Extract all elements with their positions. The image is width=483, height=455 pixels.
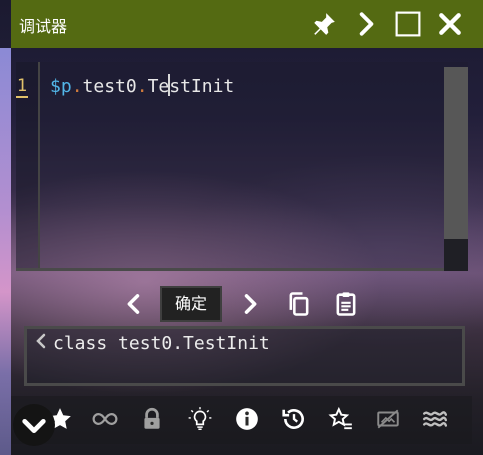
code-line[interactable]: $p.test0.TestInit	[50, 74, 234, 97]
close-button[interactable]	[437, 11, 463, 37]
confirm-button[interactable]: 确定	[160, 286, 222, 322]
window-title: 调试器	[19, 17, 68, 36]
copy-button[interactable]	[285, 290, 313, 318]
hide-images-button[interactable]	[375, 406, 401, 432]
bottom-toolbar	[11, 396, 472, 444]
hint-button[interactable]	[187, 406, 213, 432]
star-list-icon	[328, 406, 352, 430]
next-button[interactable]	[236, 290, 264, 318]
maximize-button[interactable]	[395, 11, 421, 37]
line-gutter: 1	[16, 62, 40, 268]
code-dot: .	[71, 76, 83, 97]
lightbulb-icon	[188, 407, 212, 431]
waves-icon	[422, 411, 448, 427]
desktop-background-edge	[0, 48, 11, 455]
pin-icon	[314, 13, 335, 35]
result-panel: class test0.TestInit	[24, 326, 465, 386]
pin-button[interactable]	[311, 11, 337, 37]
expand-fab-button[interactable]	[13, 404, 55, 446]
chevron-left-icon[interactable]	[33, 333, 49, 349]
copy-icon	[289, 292, 309, 316]
lock-icon	[144, 407, 160, 429]
code-namespace: test0	[82, 76, 137, 97]
info-icon	[236, 408, 258, 430]
chevron-left-icon	[127, 294, 140, 314]
code-editor[interactable]: 1 $p.test0.TestInit	[16, 62, 468, 271]
prev-button[interactable]	[120, 290, 148, 318]
line-number: 1	[16, 76, 28, 98]
result-text: class test0.TestInit	[53, 333, 270, 354]
starred-list-button[interactable]	[328, 406, 354, 432]
scrollbar-thumb[interactable]	[444, 67, 468, 239]
chevron-right-icon	[244, 294, 257, 314]
paste-button[interactable]	[332, 290, 360, 318]
code-class-end: stInit	[169, 76, 235, 97]
title-bar[interactable]: 调试器	[11, 0, 483, 48]
maximize-icon	[395, 11, 421, 37]
loop-button[interactable]	[92, 406, 118, 432]
chevron-right-icon	[359, 12, 374, 36]
code-dot: .	[136, 76, 148, 97]
chevron-down-icon	[22, 419, 46, 433]
no-image-icon	[377, 409, 399, 429]
controls-row: 确定	[0, 286, 483, 322]
code-class-start: Te	[147, 76, 170, 97]
history-icon	[282, 409, 304, 429]
infinity-icon	[92, 413, 118, 425]
lock-button[interactable]	[139, 406, 165, 432]
info-button[interactable]	[234, 406, 260, 432]
clipboard-icon	[336, 292, 356, 316]
history-button[interactable]	[281, 406, 307, 432]
waves-button[interactable]	[422, 406, 448, 432]
close-icon	[439, 13, 461, 35]
code-variable: $p	[50, 76, 72, 97]
collapse-button[interactable]	[353, 11, 379, 37]
